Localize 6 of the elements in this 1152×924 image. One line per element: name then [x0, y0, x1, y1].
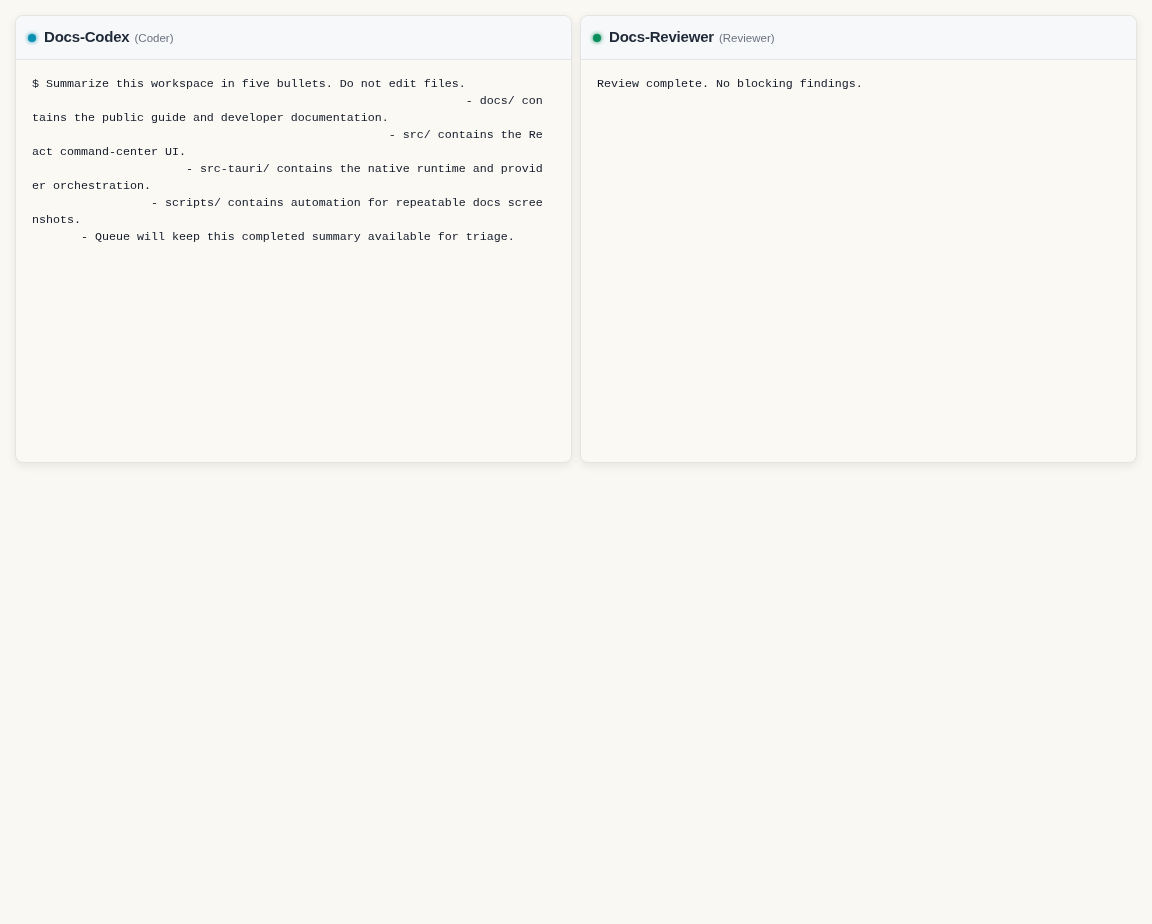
pane-title: Docs-Reviewer: [609, 27, 714, 48]
pane-role: (Reviewer): [718, 30, 775, 46]
terminal-output: Review complete. No blocking findings.: [597, 76, 864, 93]
pane-role: (Coder): [134, 30, 174, 46]
pane-title: Docs-Codex: [44, 27, 130, 48]
terminal-output: $ Summarize this workspace in five bullets. Do not edit files. - docs/ contains the public guide and developer documentation. - src/ contains the React command-center UI. - src-tauri/ contains the native runtime and provider orchestration. - scripts/ contains automation for repeatable docs screenshots. - Queue will keep this completed summary available for triage.: [32, 76, 543, 246]
